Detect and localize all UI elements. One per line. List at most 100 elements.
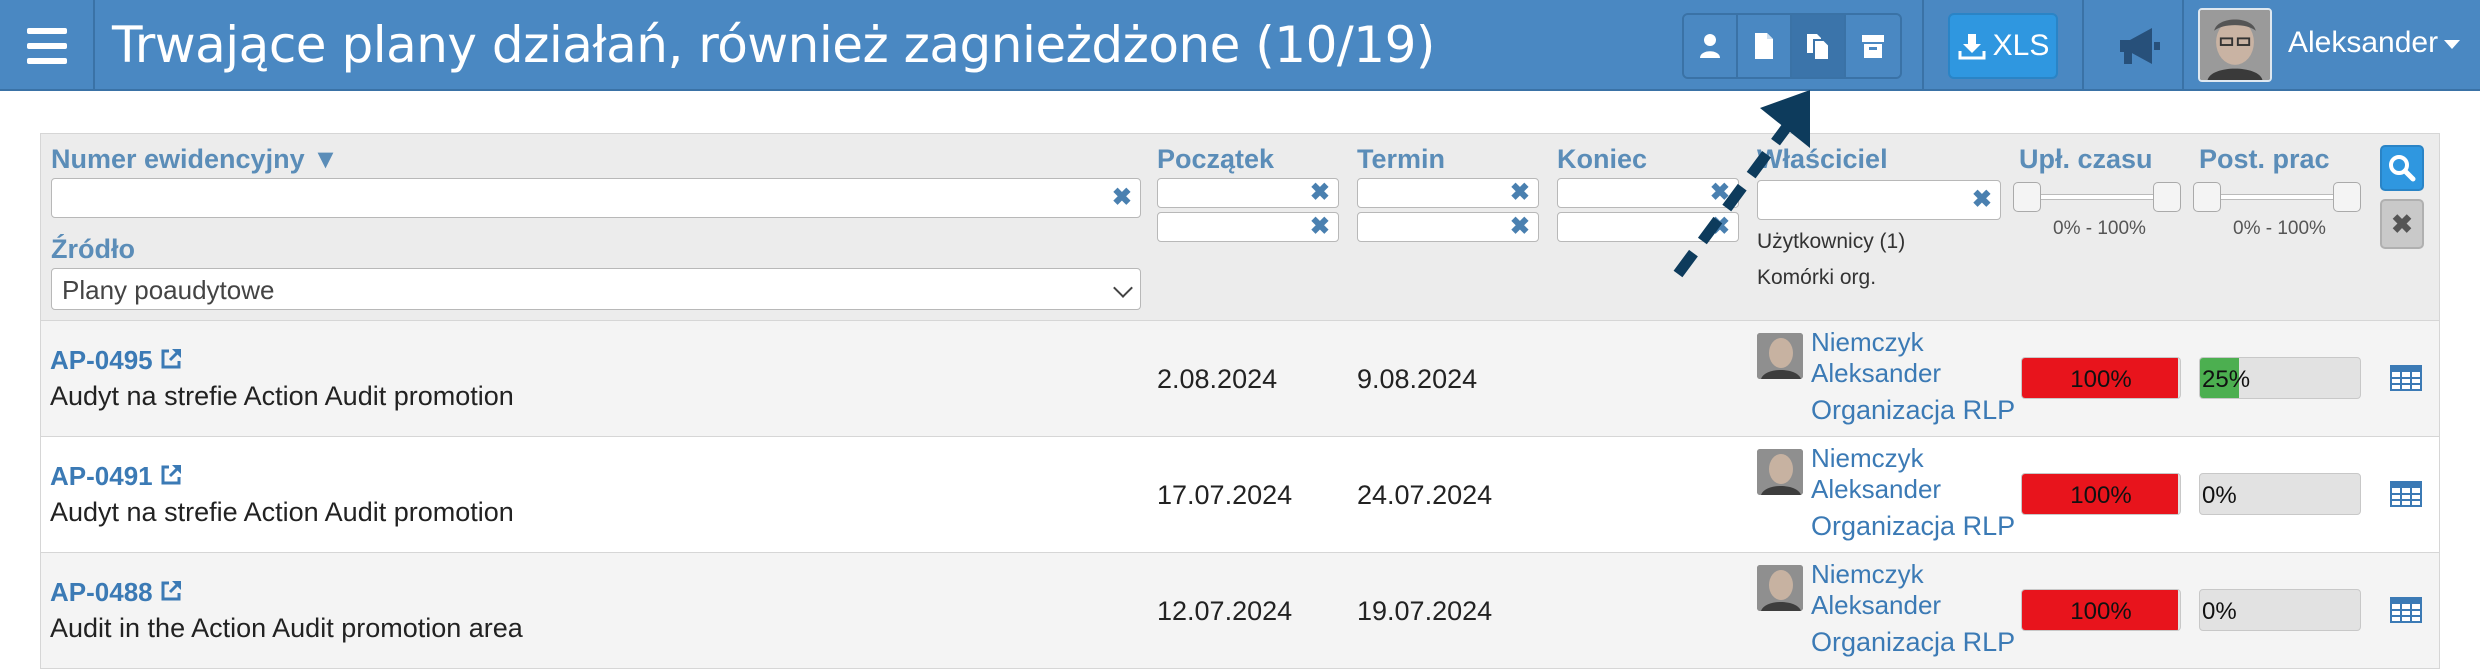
clear-x-icon[interactable]: ✖ [1310, 214, 1330, 240]
column-header-koniec[interactable]: Koniec [1557, 144, 1647, 175]
record-description: Audyt na strefie Action Audit promotion [50, 497, 514, 527]
deadline-date: 24.07.2024 [1357, 480, 1493, 510]
work-progress-pct: 0% [2202, 482, 2237, 509]
deadline-date: 19.07.2024 [1357, 596, 1493, 626]
menu-hamburger-icon[interactable] [0, 0, 95, 91]
archive-icon [1862, 35, 1884, 58]
wlasciciel-filter-input[interactable]: ✖ [1757, 180, 2001, 220]
slider-max-handle[interactable] [2333, 182, 2361, 212]
column-header-wlasciciel[interactable]: Właściciel [1757, 144, 1888, 175]
user-name: Aleksander [2288, 26, 2439, 59]
owner-org-link[interactable]: Organizacja RLP [1811, 511, 2015, 542]
poczatek-to-input[interactable]: ✖ [1157, 212, 1339, 242]
owner-surname: Niemczyk [1811, 443, 1924, 473]
upl-czasu-range: 0% - 100% [2053, 218, 2146, 239]
xls-label: XLS [1992, 29, 2050, 62]
time-elapsed-pct: 100% [2070, 482, 2132, 509]
owner-name-link[interactable]: Niemczyk Aleksander [1811, 443, 1941, 505]
owner-name-link[interactable]: Niemczyk Aleksander [1811, 559, 1941, 621]
koniec-from-input[interactable]: ✖ [1557, 178, 1739, 208]
poczatek-from-input[interactable]: ✖ [1157, 178, 1339, 208]
post-prac-range: 0% - 100% [2233, 218, 2326, 239]
owner-firstname: Aleksander [1811, 590, 1942, 620]
owner-avatar [1757, 565, 1803, 611]
clear-x-icon[interactable]: ✖ [1310, 180, 1330, 206]
post-prac-slider[interactable] [2193, 182, 2361, 212]
owner-org-link[interactable]: Organizacja RLP [1811, 627, 2015, 658]
clear-filters-button[interactable]: ✖ [2380, 199, 2424, 249]
termin-to-input[interactable]: ✖ [1357, 212, 1539, 242]
megaphone-icon[interactable] [2114, 22, 2166, 70]
external-link-icon[interactable] [159, 347, 183, 371]
record-code-link[interactable]: AP-0495 [50, 345, 183, 376]
user-menu[interactable]: Aleksander [2288, 26, 2461, 60]
owner-firstname: Aleksander [1811, 358, 1942, 388]
top-bar: Trwające plany działań, również zagnieżd… [0, 0, 2480, 91]
start-date: 2.08.2024 [1157, 364, 1278, 394]
column-header-upl-czasu[interactable]: Upł. czasu [2019, 144, 2153, 175]
external-link-icon[interactable] [159, 463, 183, 487]
filter-panel: Numer ewidencyjny ▼ ✖ Źródło Plany poaud… [40, 133, 2440, 321]
record-code-link[interactable]: AP-0491 [50, 461, 183, 492]
slider-min-handle[interactable] [2193, 182, 2221, 212]
view-person-button[interactable] [1684, 15, 1738, 77]
clear-x-icon[interactable]: ✖ [1710, 180, 1730, 206]
view-archive-button[interactable] [1846, 15, 1900, 77]
export-xls-button[interactable]: XLS [1948, 13, 2058, 79]
koniec-to-input[interactable]: ✖ [1557, 212, 1739, 242]
table-grid-icon[interactable] [2390, 481, 2422, 507]
divider [2082, 0, 2084, 91]
record-code-link[interactable]: AP-0488 [50, 577, 183, 608]
owner-surname: Niemczyk [1811, 559, 1924, 589]
view-nested-documents-button[interactable] [1792, 15, 1846, 77]
download-icon [1958, 34, 1986, 60]
divider [1922, 0, 1924, 91]
avatar-photo-icon [2200, 10, 2270, 80]
divider [2182, 0, 2184, 91]
search-icon [2389, 155, 2416, 182]
table-grid-icon[interactable] [2390, 365, 2422, 391]
column-header-post-prac[interactable]: Post. prac [2199, 144, 2330, 175]
slider-min-handle[interactable] [2013, 182, 2041, 212]
clear-x-icon[interactable]: ✖ [1112, 185, 1132, 211]
termin-from-input[interactable]: ✖ [1357, 178, 1539, 208]
zrodlo-label: Źródło [51, 234, 135, 264]
search-button[interactable] [2380, 145, 2424, 191]
time-elapsed-bar: 100% [2021, 357, 2181, 399]
time-elapsed-bar: 100% [2021, 589, 2181, 631]
view-document-button[interactable] [1738, 15, 1792, 77]
slider-max-handle[interactable] [2153, 182, 2181, 212]
user-avatar[interactable] [2198, 8, 2272, 82]
clear-x-icon[interactable]: ✖ [1972, 187, 1992, 213]
column-header-numer[interactable]: Numer ewidencyjny ▼ [51, 144, 339, 175]
work-progress-bar: 25% [2199, 357, 2361, 399]
clear-x-icon[interactable]: ✖ [1710, 214, 1730, 240]
start-date: 17.07.2024 [1157, 480, 1293, 510]
record-code: AP-0491 [50, 461, 153, 491]
zrodlo-select[interactable]: Plany poaudytowe [51, 268, 1141, 310]
numer-filter-input[interactable]: ✖ [51, 178, 1141, 218]
column-header-termin[interactable]: Termin [1357, 144, 1445, 175]
table-row: AP-0495 Audyt na strefie Action Audit pr… [40, 321, 2440, 437]
uzytkownicy-link[interactable]: Użytkownicy (1) [1757, 230, 1905, 254]
external-link-icon[interactable] [159, 579, 183, 603]
avatar-photo-icon [1757, 333, 1803, 379]
deadline-date: 9.08.2024 [1357, 364, 1478, 394]
close-icon: ✖ [2391, 208, 2413, 239]
komorki-link[interactable]: Komórki org. [1757, 266, 1876, 290]
zrodlo-value: Plany poaudytowe [62, 275, 275, 305]
upl-czasu-slider[interactable] [2013, 182, 2181, 212]
table-grid-icon[interactable] [2390, 597, 2422, 623]
time-elapsed-bar: 100% [2021, 473, 2181, 515]
record-description: Audit in the Action Audit promotion area [50, 613, 523, 643]
owner-org-link[interactable]: Organizacja RLP [1811, 395, 2015, 426]
owner-name-link[interactable]: Niemczyk Aleksander [1811, 327, 1941, 389]
start-date: 12.07.2024 [1157, 596, 1293, 626]
time-elapsed-pct: 100% [2070, 366, 2132, 393]
clear-x-icon[interactable]: ✖ [1510, 214, 1530, 240]
clear-x-icon[interactable]: ✖ [1510, 180, 1530, 206]
slider-track [2203, 194, 2351, 200]
copy-documents-icon [1807, 34, 1830, 61]
column-header-poczatek[interactable]: Początek [1157, 144, 1274, 175]
slider-track [2023, 194, 2171, 200]
